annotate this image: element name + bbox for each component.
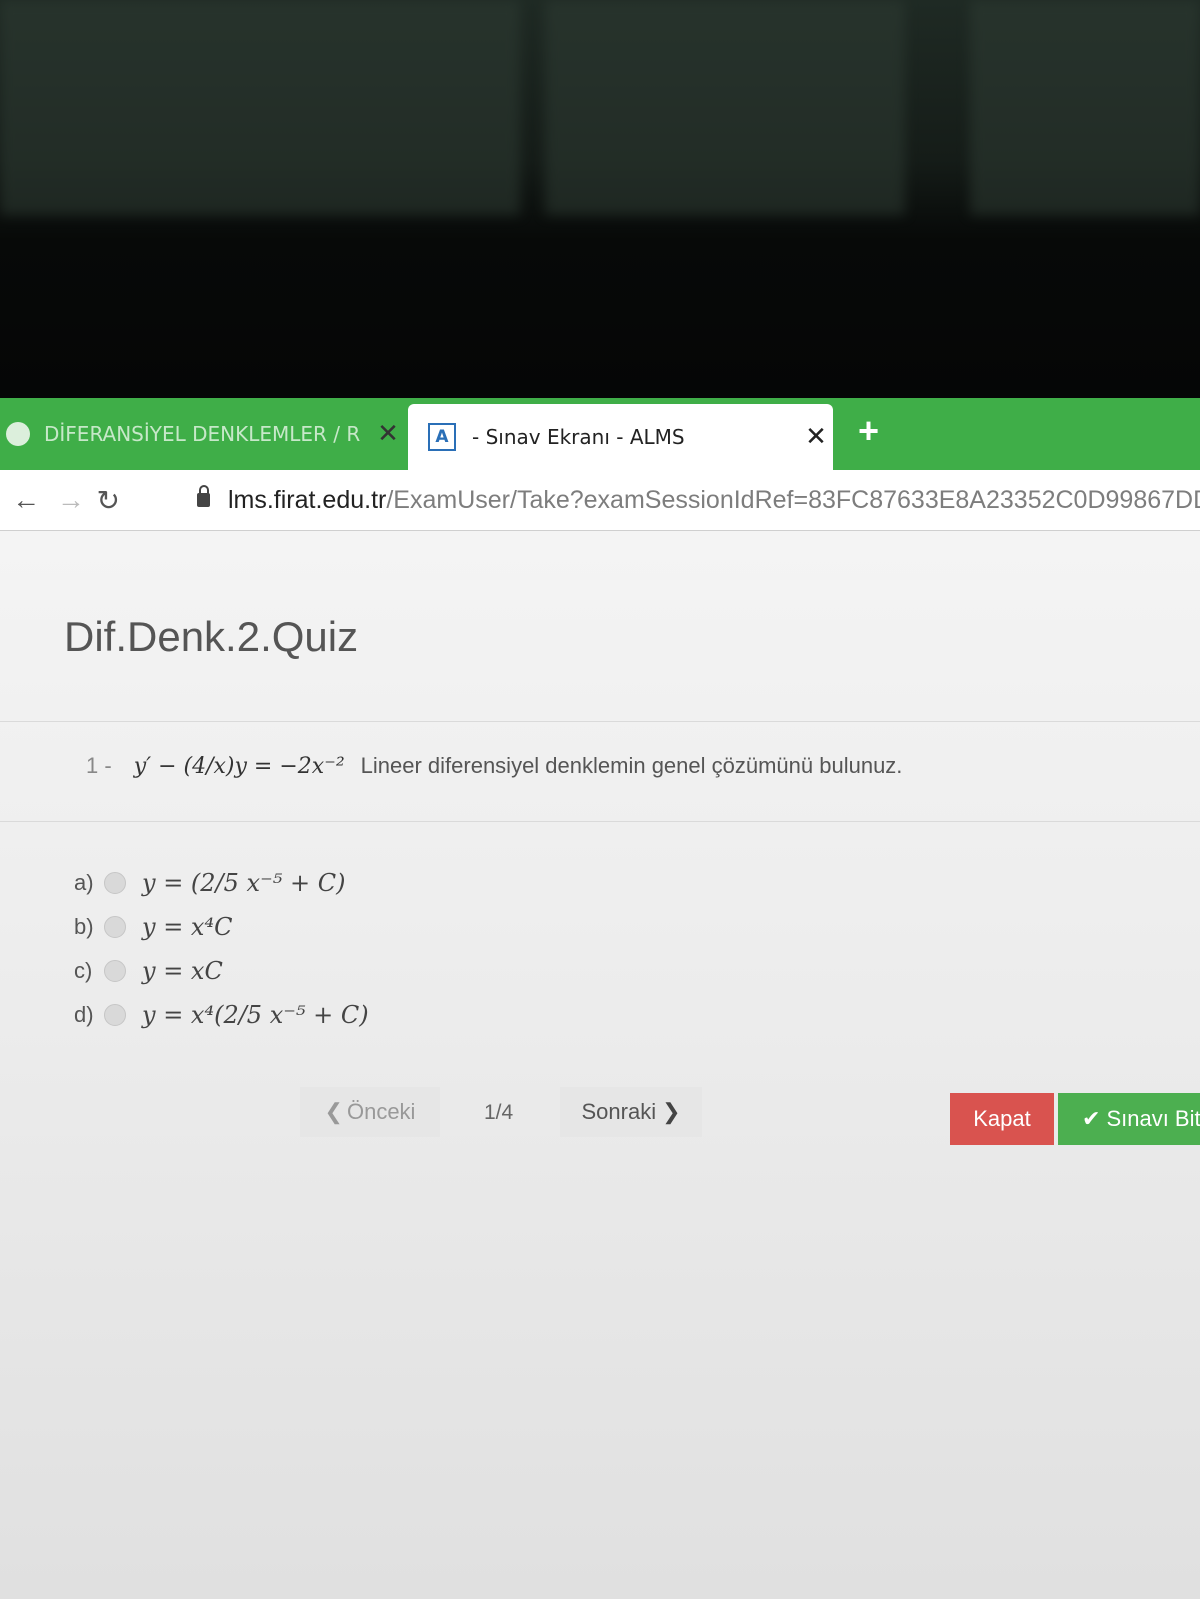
close-exam-button[interactable]: Kapat	[950, 1093, 1054, 1145]
back-arrow-icon[interactable]: ←	[0, 484, 52, 516]
reload-icon[interactable]: ↻	[90, 484, 127, 517]
option-letter: a)	[74, 870, 94, 895]
check-icon: ✔	[1082, 1106, 1101, 1131]
divider	[0, 721, 1200, 722]
option-letter: c)	[74, 958, 93, 983]
url-path: /ExamUser/Take?examSessionIdRef=83FC8763…	[386, 485, 1200, 514]
question: 1 - y′ − (4/x)y = −2x⁻² Lineer diferensi…	[86, 753, 902, 779]
tab-close-icon[interactable]: ✕	[371, 419, 405, 449]
option-expression: y = x⁴C	[142, 913, 233, 941]
url-domain: lms.firat.edu.tr	[227, 485, 387, 514]
tab-close-icon[interactable]: ✕	[799, 422, 833, 452]
tab-title: DİFERANSİYEL DENKLEMLER / R	[44, 422, 361, 446]
question-equation: y′ − (4/x)y = −2x⁻²	[133, 754, 345, 779]
browser-tab-bar: DİFERANSİYEL DENKLEMLER / R ✕ A - Sınav …	[0, 398, 1200, 470]
alms-favicon-icon: A	[428, 423, 456, 451]
previous-label: Önceki	[346, 1099, 416, 1124]
option-radio[interactable]	[104, 872, 126, 894]
question-text: Lineer diferensiyel denklemin genel çözü…	[360, 753, 903, 778]
lock-icon	[196, 485, 210, 507]
exam-page: Dif.Denk.2.Quiz 1 - y′ − (4/x)y = −2x⁻² …	[0, 531, 1200, 1599]
option-c[interactable]: c) y = xC	[74, 949, 369, 993]
tab-diferansiyel[interactable]: DİFERANSİYEL DENKLEMLER / R ✕	[0, 406, 405, 462]
option-a[interactable]: a) y = (2/5 x⁻⁵ + C)	[74, 861, 369, 905]
forward-arrow-icon[interactable]: →	[52, 484, 89, 516]
tab-title: - Sınav Ekranı - ALMS	[472, 425, 685, 449]
option-b[interactable]: b) y = x⁴C	[74, 905, 369, 949]
finish-exam-button[interactable]: ✔ Sınavı Bit	[1058, 1093, 1200, 1145]
site-favicon-icon	[6, 422, 30, 446]
divider	[0, 821, 1200, 822]
blurred-background-panel	[970, 0, 1200, 215]
tab-sinav-ekrani[interactable]: A - Sınav Ekranı - ALMS ✕	[408, 404, 833, 470]
blurred-background-panel	[0, 0, 520, 215]
option-expression: y = (2/5 x⁻⁵ + C)	[142, 869, 346, 897]
option-radio[interactable]	[104, 1004, 126, 1026]
option-expression: y = xC	[142, 957, 223, 985]
blurred-background-panel	[545, 0, 905, 215]
photo-background	[0, 0, 1200, 400]
option-letter: b)	[74, 914, 94, 939]
option-letter: d)	[74, 1002, 94, 1027]
option-d[interactable]: d) y = x⁴(2/5 x⁻⁵ + C)	[74, 993, 369, 1037]
option-radio[interactable]	[104, 960, 126, 982]
new-tab-plus-icon[interactable]: +	[858, 410, 879, 452]
page-indicator: 1/4	[484, 1101, 514, 1124]
question-number: 1 -	[86, 753, 112, 778]
next-button[interactable]: Sonraki ❯	[560, 1087, 702, 1137]
url-field[interactable]: lms.firat.edu.tr/ExamUser/Take?examSessi…	[228, 486, 1200, 515]
previous-button[interactable]: ❮ Önceki	[300, 1087, 440, 1137]
page-title: Dif.Denk.2.Quiz	[64, 613, 359, 660]
address-bar: ← → ↻ lms.firat.edu.tr/ExamUser/Take?exa…	[0, 470, 1200, 531]
answer-options: a) y = (2/5 x⁻⁵ + C) b) y = x⁴C c) y = x…	[74, 861, 369, 1037]
chevron-right-icon: ❯	[662, 1099, 681, 1124]
option-radio[interactable]	[104, 916, 126, 938]
next-label: Sonraki	[581, 1099, 657, 1124]
option-expression: y = x⁴(2/5 x⁻⁵ + C)	[142, 1001, 369, 1029]
chevron-left-icon: ❮	[324, 1099, 343, 1124]
finish-label: Sınavı Bit	[1106, 1106, 1200, 1131]
